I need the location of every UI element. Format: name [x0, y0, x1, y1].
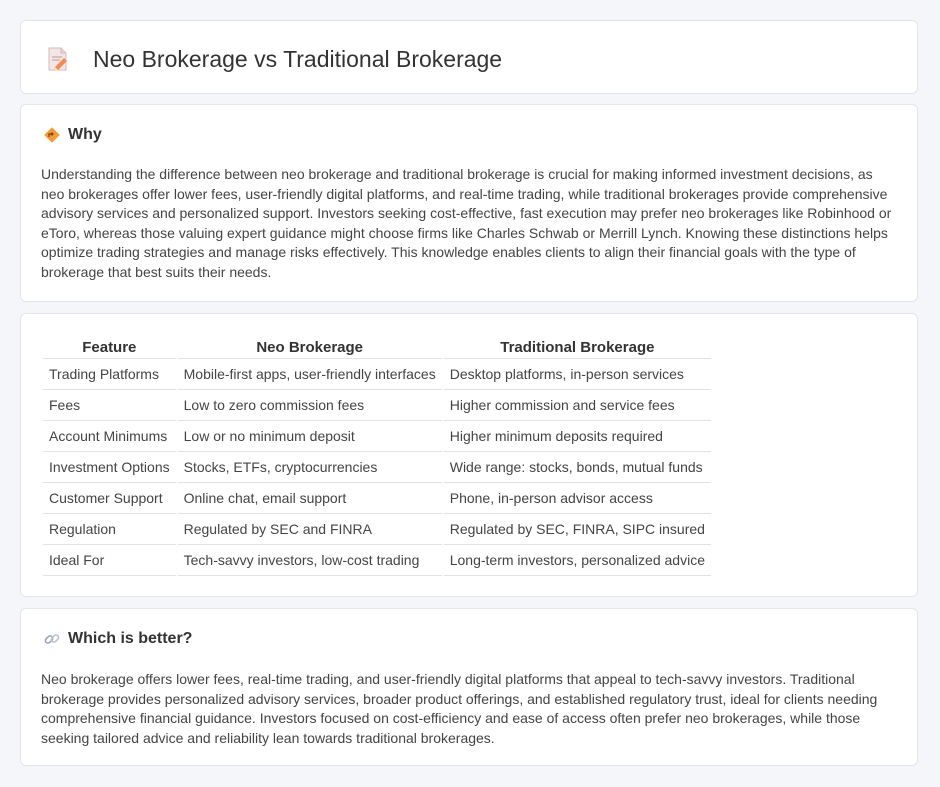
header-feature: Feature [43, 336, 176, 359]
page-title: Neo Brokerage vs Traditional Brokerage [93, 46, 503, 72]
neo-cell: Mobile-first apps, user-friendly interfa… [177, 359, 442, 390]
traditional-cell: Phone, in-person advisor access [443, 483, 711, 514]
link-icon [43, 630, 61, 648]
feature-cell: Investment Options [43, 452, 176, 483]
feature-cell: Ideal For [43, 545, 176, 576]
neo-cell: Regulated by SEC and FINRA [177, 514, 442, 545]
traditional-cell: Regulated by SEC, FINRA, SIPC insured [443, 514, 711, 545]
table-row: Investment Options Stocks, ETFs, cryptoc… [43, 452, 711, 483]
table-header-row: Feature Neo Brokerage Traditional Broker… [43, 336, 711, 359]
why-text: Understanding the difference between neo… [41, 166, 892, 280]
table-row: Customer Support Online chat, email supp… [43, 483, 711, 514]
feature-cell: Customer Support [43, 483, 176, 514]
table-row: Ideal For Tech-savvy investors, low-cost… [43, 545, 711, 576]
neo-cell: Stocks, ETFs, cryptocurrencies [177, 452, 442, 483]
comparison-table: Feature Neo Brokerage Traditional Broker… [41, 336, 713, 576]
feature-cell: Trading Platforms [43, 359, 176, 390]
which-is-better-section: Which is better? Neo brokerage offers lo… [20, 608, 918, 766]
title-row: Neo Brokerage vs Traditional Brokerage [47, 45, 502, 73]
better-title: Which is better? [68, 630, 193, 647]
neo-cell: Online chat, email support [177, 483, 442, 514]
why-heading: Why [43, 126, 102, 144]
better-heading: Which is better? [43, 630, 192, 648]
traditional-cell: Long-term investors, personalized advice [443, 545, 711, 576]
traditional-cell: Wide range: stocks, bonds, mutual funds [443, 452, 711, 483]
neo-cell: Tech-savvy investors, low-cost trading [177, 545, 442, 576]
feature-cell: Regulation [43, 514, 176, 545]
feature-cell: Account Minimums [43, 421, 176, 452]
feature-cell: Fees [43, 390, 176, 421]
traditional-cell: Higher commission and service fees [443, 390, 711, 421]
comparison-table-card: Feature Neo Brokerage Traditional Broker… [20, 313, 918, 597]
traditional-cell: Desktop platforms, in-person services [443, 359, 711, 390]
road-sign-icon [43, 126, 61, 144]
table-row: Regulation Regulated by SEC and FINRA Re… [43, 514, 711, 545]
why-title: Why [68, 126, 102, 143]
header-traditional-brokerage: Traditional Brokerage [443, 336, 711, 359]
header-card: Neo Brokerage vs Traditional Brokerage [20, 20, 918, 94]
neo-cell: Low or no minimum deposit [177, 421, 442, 452]
table-row: Trading Platforms Mobile-first apps, use… [43, 359, 711, 390]
table-row: Fees Low to zero commission fees Higher … [43, 390, 711, 421]
document-pencil-icon [47, 46, 69, 72]
why-section: Why Understanding the difference between… [20, 104, 918, 302]
table-row: Account Minimums Low or no minimum depos… [43, 421, 711, 452]
better-text: Neo brokerage offers lower fees, real-ti… [41, 671, 878, 746]
traditional-cell: Higher minimum deposits required [443, 421, 711, 452]
header-neo-brokerage: Neo Brokerage [177, 336, 442, 359]
neo-cell: Low to zero commission fees [177, 390, 442, 421]
